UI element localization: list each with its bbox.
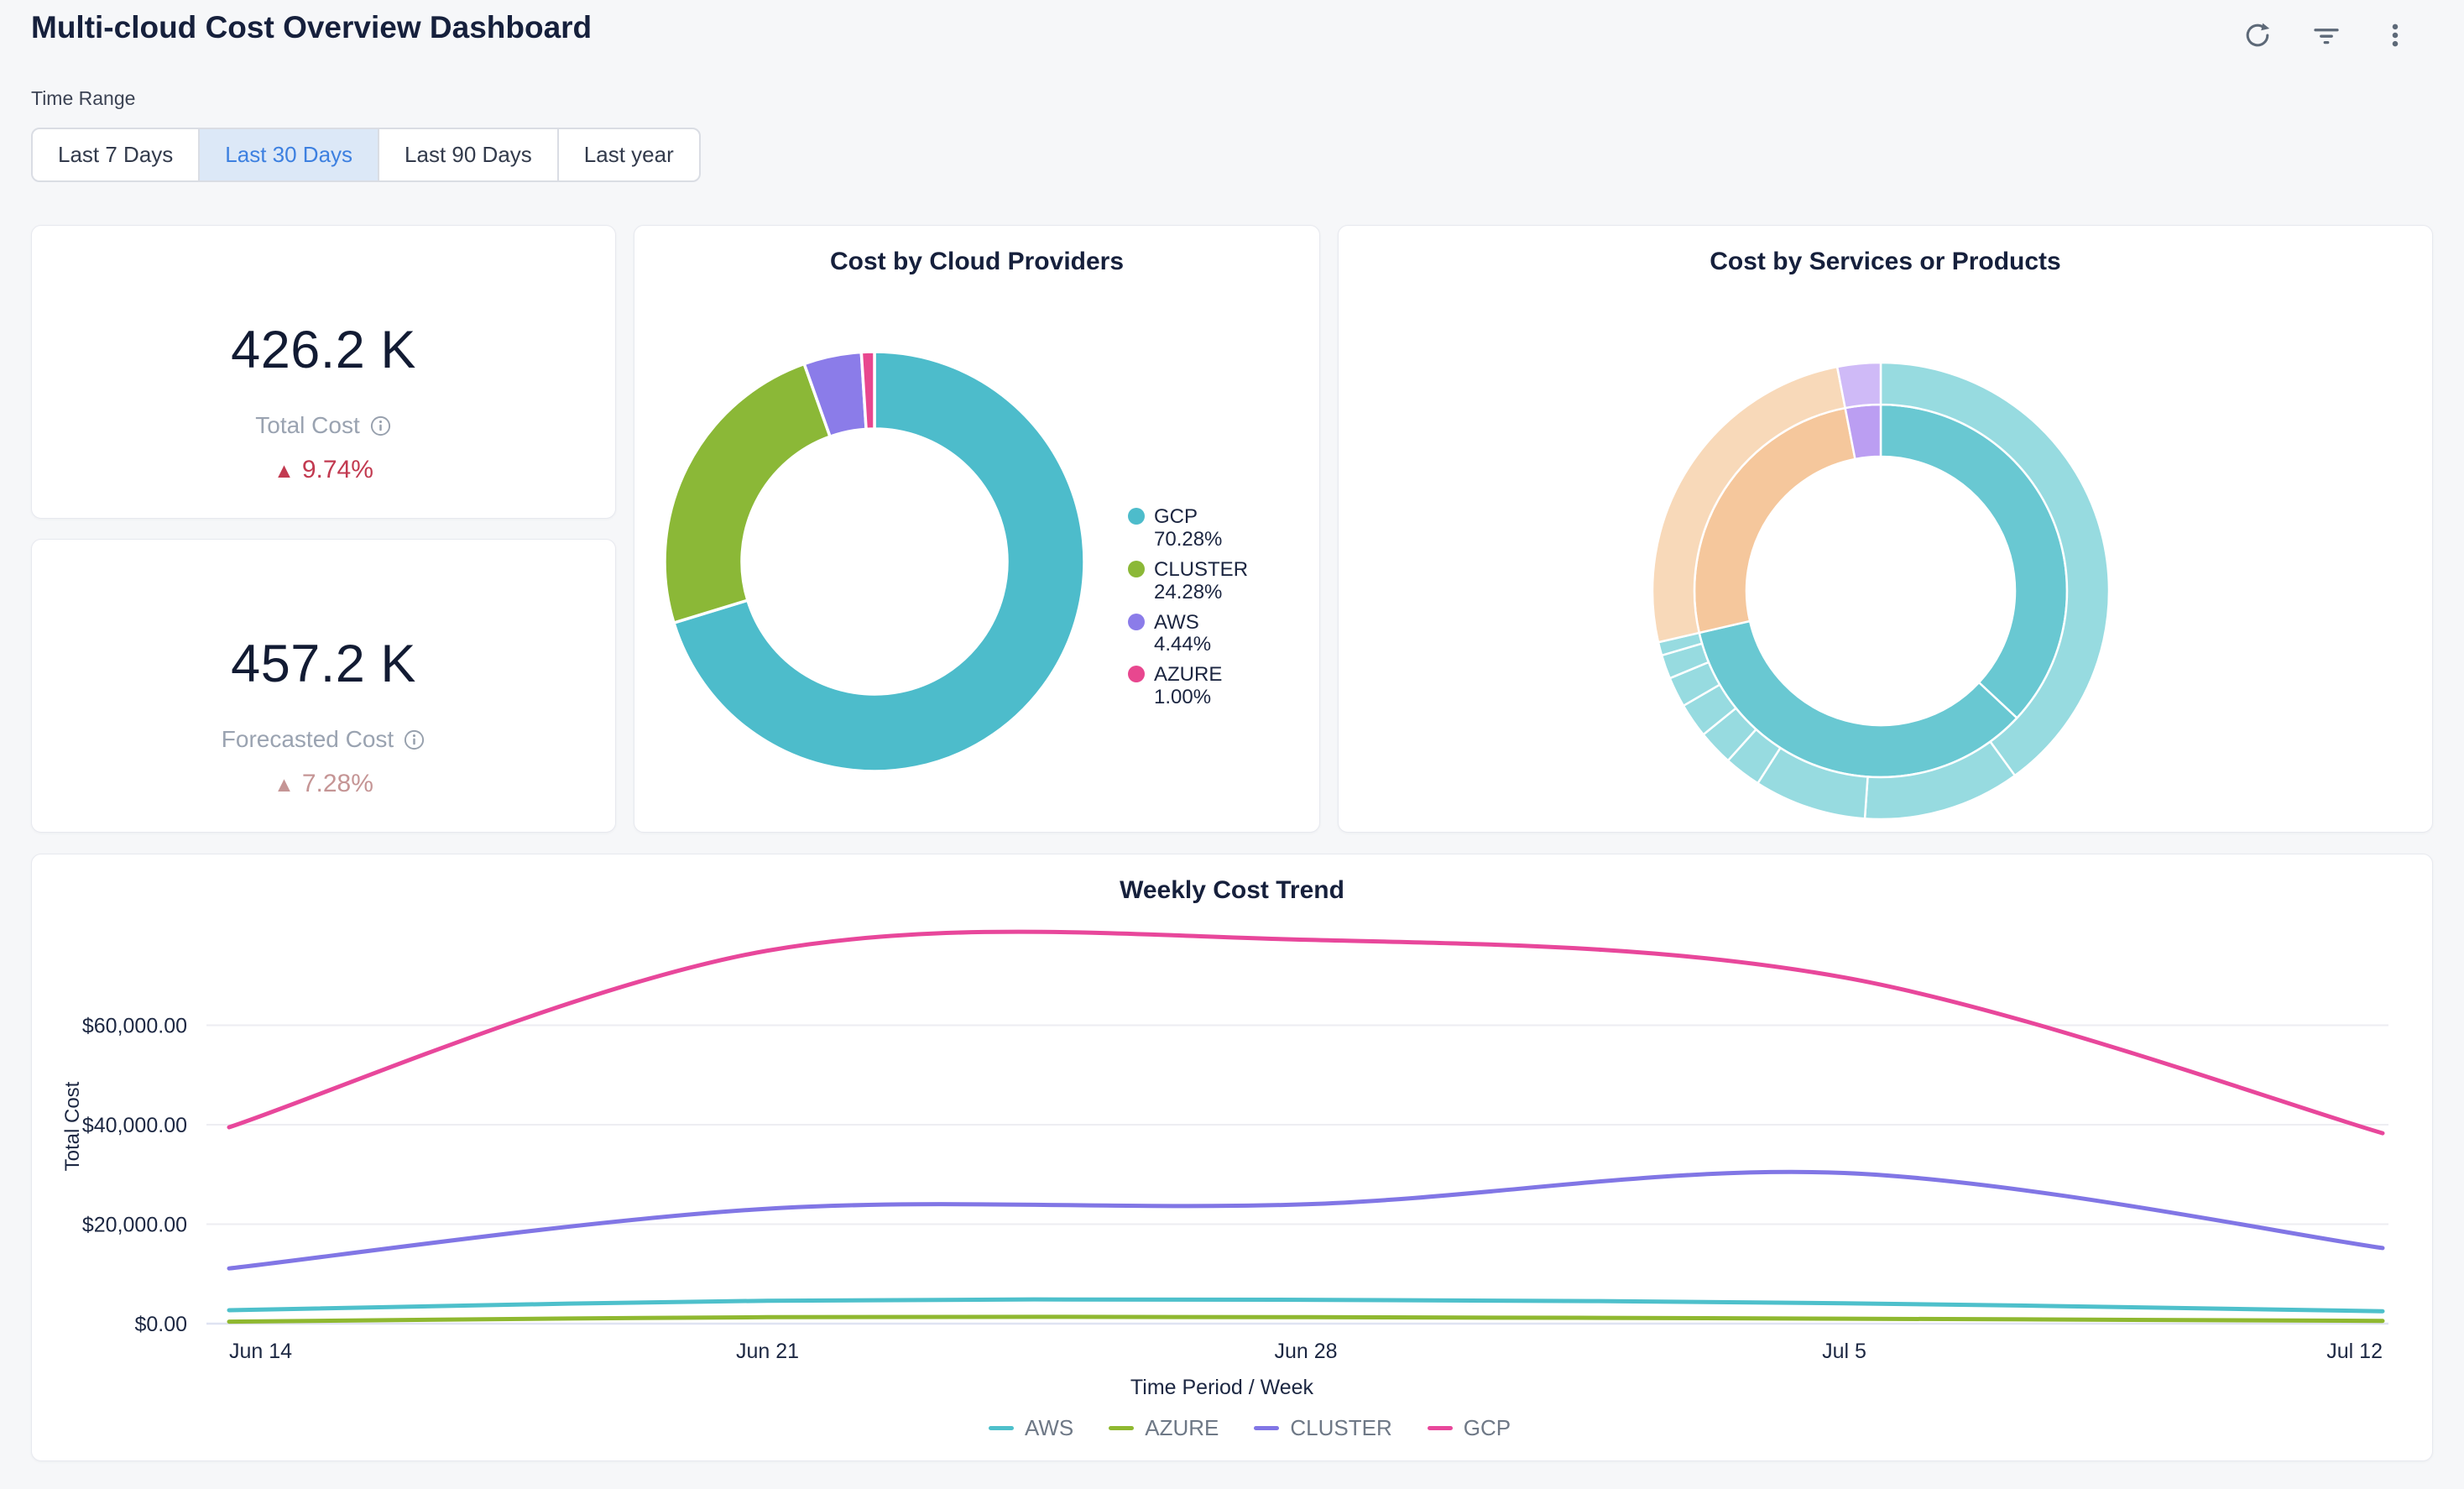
legend-dot-cluster <box>1128 561 1145 577</box>
sunburst-outer-segment-10[interactable] <box>1837 363 1881 408</box>
time-range-option-last-30-days[interactable]: Last 30 Days <box>198 129 378 180</box>
legend-dot-azure <box>1128 666 1145 682</box>
more-options-button[interactable] <box>2380 20 2410 50</box>
legend-item-azure[interactable]: AZURE <box>1109 1415 1219 1441</box>
cost-by-cloud-providers-card: Cost by Cloud Providers GCP 70.28% CLUST… <box>634 225 1320 833</box>
legend-dash-gcp <box>1428 1426 1453 1430</box>
total-cost-delta: ▲9.74% <box>32 456 615 484</box>
x-tick-label: Jun 21 <box>736 1340 799 1363</box>
forecasted-cost-label: Forecasted Cost <box>222 726 394 753</box>
y-tick-label: $20,000.00 <box>82 1214 187 1237</box>
total-cost-card: 426.2 K Total Cost ▲9.74% <box>31 225 616 519</box>
services-sunburst-chart <box>1339 226 2434 833</box>
legend-dot-gcp <box>1128 508 1145 525</box>
info-icon[interactable] <box>403 729 425 751</box>
legend-item-aws[interactable]: AWS <box>989 1415 1073 1441</box>
trend-line-aws[interactable] <box>229 1299 2383 1311</box>
forecasted-cost-card: 457.2 K Forecasted Cost ▲7.28% <box>31 539 616 833</box>
y-tick-label: $40,000.00 <box>82 1114 187 1137</box>
x-tick-label: Jun 14 <box>229 1340 292 1363</box>
x-axis-title: Time Period / Week <box>1130 1376 1314 1399</box>
page-title: Multi-cloud Cost Overview Dashboard <box>31 10 592 45</box>
y-tick-label: $60,000.00 <box>82 1015 187 1038</box>
x-tick-label: Jul 5 <box>1822 1340 1866 1363</box>
legend-item-gcp[interactable]: GCP <box>1428 1415 1511 1441</box>
filter-button[interactable] <box>2311 20 2341 50</box>
trend-line-gcp[interactable] <box>229 932 2383 1133</box>
legend-item-azure[interactable]: AZURE 1.00% <box>1128 664 1255 709</box>
total-cost-value: 426.2 K <box>32 320 615 380</box>
forecasted-cost-delta: ▲7.28% <box>32 770 615 798</box>
legend-item-aws[interactable]: AWS 4.44% <box>1128 612 1255 657</box>
time-range-option-last-7-days[interactable]: Last 7 Days <box>33 129 198 180</box>
time-range-label: Time Range <box>31 87 135 110</box>
legend-item-cluster[interactable]: CLUSTER 24.28% <box>1128 559 1255 604</box>
refresh-button[interactable] <box>2242 20 2273 50</box>
y-tick-label: $0.00 <box>134 1313 187 1336</box>
up-triangle-icon: ▲ <box>274 459 295 483</box>
dashboard-page: Multi-cloud Cost Overview Dashboard Time… <box>0 0 2464 1489</box>
trend-legend: AWS AZURE CLUSTER GCP <box>989 1415 1511 1441</box>
info-icon[interactable] <box>369 415 392 437</box>
donut-segment-cluster[interactable] <box>665 363 830 623</box>
time-range-option-last-year[interactable]: Last year <box>557 129 699 180</box>
legend-dot-aws <box>1128 614 1145 630</box>
x-tick-label: Jun 28 <box>1274 1340 1337 1363</box>
weekly-cost-trend-card: Weekly Cost Trend $0.00$20,000.00$40,000… <box>31 854 2433 1461</box>
trend-line-cluster[interactable] <box>229 1172 2383 1268</box>
header-actions <box>2242 20 2410 50</box>
legend-dash-cluster <box>1254 1426 1279 1430</box>
filter-icon <box>2311 20 2341 50</box>
cost-by-services-card: Cost by Services or Products <box>1338 225 2433 833</box>
legend-item-cluster[interactable]: CLUSTER <box>1254 1415 1391 1441</box>
donut-legend: GCP 70.28% CLUSTER 24.28% AWS 4.44% AZUR… <box>1128 506 1255 709</box>
time-range-selector: Last 7 Days Last 30 Days Last 90 Days La… <box>31 128 701 182</box>
total-cost-label: Total Cost <box>255 412 360 439</box>
legend-dash-aws <box>989 1426 1014 1430</box>
kebab-menu-icon <box>2380 20 2410 50</box>
time-range-option-last-90-days[interactable]: Last 90 Days <box>378 129 557 180</box>
trend-line-azure[interactable] <box>229 1317 2383 1322</box>
up-triangle-icon: ▲ <box>274 773 295 797</box>
refresh-icon <box>2242 20 2273 50</box>
x-tick-label: Jul 12 <box>2326 1340 2383 1363</box>
forecasted-cost-value: 457.2 K <box>32 634 615 694</box>
legend-dash-azure <box>1109 1426 1134 1430</box>
legend-item-gcp[interactable]: GCP 70.28% <box>1128 506 1255 551</box>
weekly-trend-plot: $0.00 $20,000.00 $40,000.00 $60,000.00 Jun 1… <box>32 854 2434 1462</box>
y-axis-title: Total Cost <box>61 1081 84 1171</box>
